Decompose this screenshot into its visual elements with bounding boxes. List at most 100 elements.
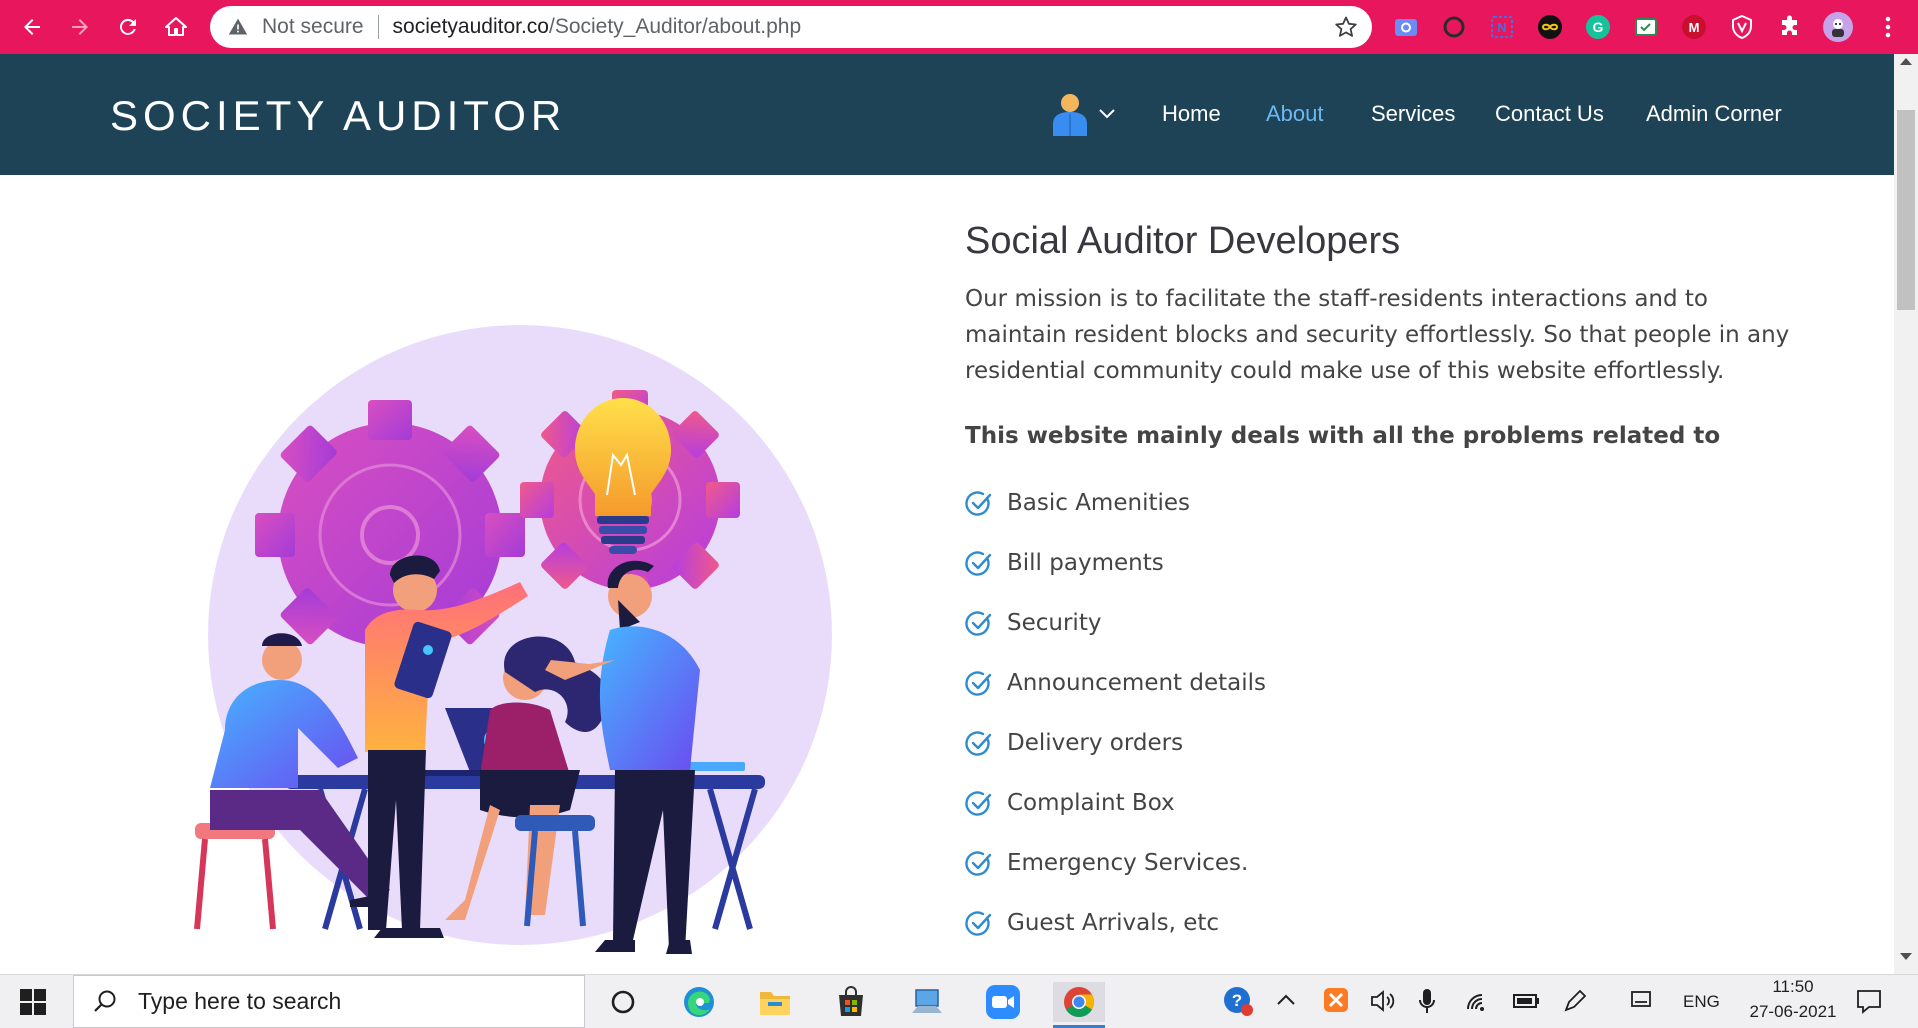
feature-label: Announcement details (1007, 670, 1266, 696)
list-item: Announcement details (965, 653, 1795, 713)
check-circle-icon (965, 548, 995, 578)
cortana-icon[interactable] (597, 982, 649, 1022)
feature-label: Bill payments (1007, 550, 1164, 576)
feature-list: Basic Amenities Bill payments Security A… (965, 473, 1795, 953)
team-illustration (190, 300, 870, 960)
windows-start-icon[interactable] (20, 989, 46, 1019)
microphone-icon[interactable] (1417, 987, 1437, 1019)
scroll-down-arrow-icon[interactable] (1900, 953, 1912, 960)
security-status[interactable]: Not secure (262, 15, 364, 39)
scroll-up-arrow-icon[interactable] (1900, 58, 1912, 65)
profile-avatar-icon[interactable] (1823, 12, 1853, 42)
notification-icon[interactable] (1855, 987, 1883, 1019)
address-bar[interactable]: Not secure societyauditor.co/Society_Aud… (210, 6, 1372, 48)
nav-services[interactable]: Services (1371, 101, 1455, 127)
feature-label: Security (1007, 610, 1102, 636)
list-item: Emergency Services. (965, 833, 1795, 893)
puzzle-icon[interactable] (1775, 12, 1805, 42)
back-button[interactable] (16, 11, 48, 43)
nav-about[interactable]: About (1266, 101, 1324, 127)
svg-text:G: G (1593, 19, 1604, 35)
nav-contact-us[interactable]: Contact Us (1495, 101, 1604, 127)
site-logo[interactable]: SOCIETY AUDITOR (110, 92, 566, 140)
list-item: Bill payments (965, 533, 1795, 593)
forward-arrow-icon (72, 19, 88, 35)
address-separator (377, 15, 379, 39)
edge-icon[interactable] (673, 982, 725, 1022)
svg-text:M: M (1689, 20, 1700, 35)
camera-extension-icon[interactable] (1391, 12, 1421, 42)
wifi-icon[interactable] (1464, 989, 1492, 1017)
pen-icon[interactable] (1562, 988, 1588, 1018)
zoom-icon[interactable] (977, 982, 1029, 1022)
clock-date[interactable]: 27-06-2021 (1734, 1002, 1852, 1022)
feature-label: Guest Arrivals, etc (1007, 910, 1220, 936)
svg-text:?: ? (1232, 991, 1242, 1010)
user-menu[interactable] (1050, 92, 1116, 136)
list-item: Guest Arrivals, etc (965, 893, 1795, 953)
clock-time[interactable]: 11:50 (1761, 977, 1825, 997)
check-circle-icon (965, 728, 995, 758)
chevron-up-icon[interactable] (1276, 991, 1296, 1010)
user-avatar-icon[interactable] (1050, 92, 1090, 136)
language-indicator[interactable]: ENG (1683, 992, 1720, 1012)
xampp-icon[interactable] (1323, 987, 1349, 1017)
warning-icon[interactable] (226, 15, 250, 39)
svg-text:N: N (1497, 20, 1506, 35)
windows-taskbar: Type here to search ? ENG 11:50 27-06-20… (0, 974, 1918, 1028)
page-title: Social Auditor Developers (965, 220, 1401, 262)
infinity-extension-icon[interactable] (1535, 12, 1565, 42)
browser-menu-icon[interactable] (1873, 12, 1903, 42)
list-item: Security (965, 593, 1795, 653)
check-circle-icon (965, 848, 995, 878)
url-text[interactable]: societyauditor.co/Society_Auditor/about.… (393, 15, 802, 39)
deals-heading: This website mainly deals with all the p… (965, 423, 1721, 449)
home-button[interactable] (160, 11, 192, 43)
feature-label: Complaint Box (1007, 790, 1175, 816)
reload-icon (119, 18, 136, 35)
feature-label: Delivery orders (1007, 730, 1184, 756)
check-circle-icon (965, 788, 995, 818)
help-icon[interactable]: ? (1222, 985, 1254, 1021)
microsoft-store-icon[interactable] (825, 982, 877, 1022)
home-icon (165, 17, 187, 36)
check-circle-icon (965, 908, 995, 938)
list-item: Basic Amenities (965, 473, 1795, 533)
check-circle-icon (965, 608, 995, 638)
note-extension-icon[interactable]: N (1487, 12, 1517, 42)
site-header: SOCIETY AUDITOR Home About Services Cont… (0, 54, 1894, 175)
feature-label: Emergency Services. (1007, 850, 1249, 876)
file-explorer-icon[interactable] (749, 982, 801, 1022)
battery-icon[interactable] (1512, 991, 1542, 1015)
scrollbar-thumb[interactable] (1897, 110, 1915, 310)
bookmark-star-icon[interactable] (1334, 15, 1358, 43)
url-path: /Society_Auditor/about.php (548, 15, 802, 38)
chevron-down-icon[interactable] (1098, 108, 1116, 120)
list-item: Complaint Box (965, 773, 1795, 833)
list-item: Delivery orders (965, 713, 1795, 773)
about-section: Social Auditor Developers Our mission is… (965, 220, 1795, 953)
circle-extension-icon[interactable] (1439, 12, 1469, 42)
reload-button[interactable] (112, 11, 144, 43)
touch-keyboard-icon[interactable] (1630, 990, 1652, 1014)
search-placeholder: Type here to search (138, 988, 342, 1014)
back-arrow-icon (24, 19, 40, 35)
shield-extension-icon[interactable] (1727, 12, 1757, 42)
nav-admin-corner[interactable]: Admin Corner (1646, 101, 1782, 127)
grammarly-icon[interactable]: G (1583, 12, 1613, 42)
mcafee-icon[interactable]: M (1679, 12, 1709, 42)
chrome-icon[interactable] (1053, 982, 1105, 1028)
search-icon (94, 990, 116, 1012)
this-pc-icon[interactable] (901, 982, 953, 1022)
nav-home[interactable]: Home (1162, 101, 1221, 127)
feature-label: Basic Amenities (1007, 490, 1191, 516)
url-host: societyauditor.co (392, 15, 549, 38)
browser-toolbar: Not secure societyauditor.co/Society_Aud… (0, 0, 1918, 54)
checklist-extension-icon[interactable] (1631, 12, 1661, 42)
forward-button[interactable] (64, 11, 96, 43)
check-circle-icon (965, 488, 995, 518)
taskbar-search-box[interactable]: Type here to search (73, 975, 585, 1028)
check-circle-icon (965, 668, 995, 698)
mission-text: Our mission is to facilitate the staff-r… (965, 286, 1790, 384)
volume-icon[interactable] (1370, 989, 1396, 1017)
